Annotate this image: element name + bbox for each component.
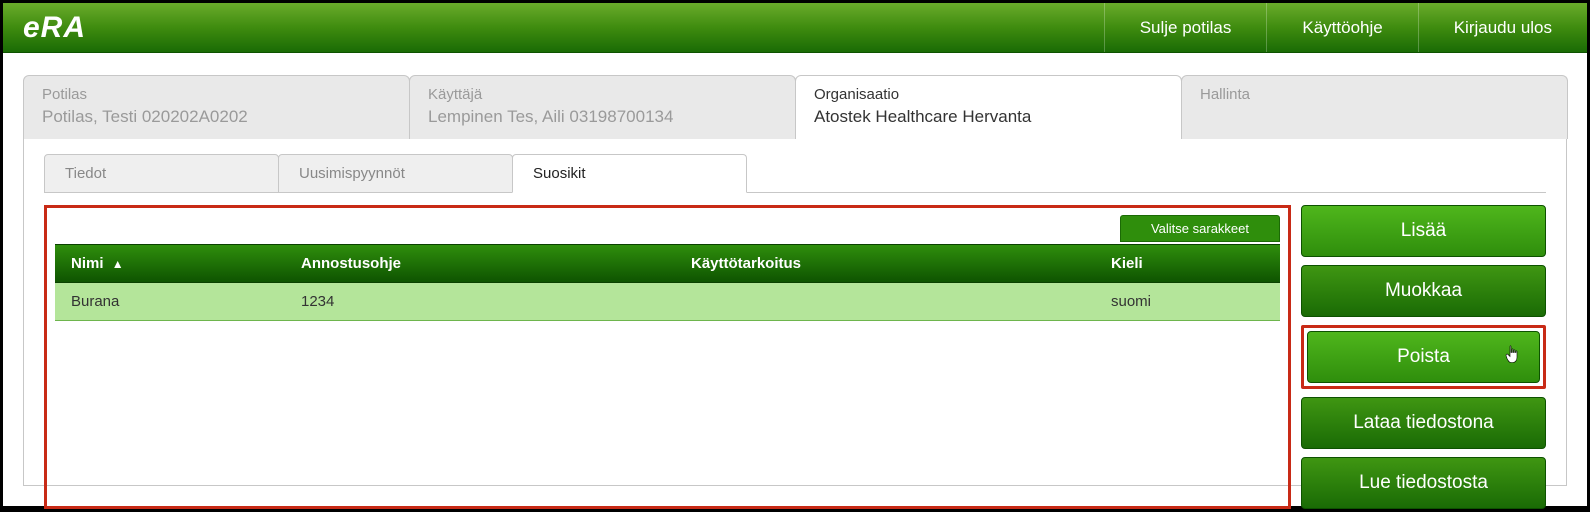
col-header-purpose[interactable]: Käyttötarkoitus: [675, 245, 1095, 283]
tab-user-label: Käyttäjä: [428, 86, 777, 103]
actions-column: Lisää Muokkaa Poista Lataa tiedostona Lu…: [1301, 205, 1546, 509]
tab-organization[interactable]: Organisaatio Atostek Healthcare Hervanta: [795, 75, 1182, 139]
col-header-name[interactable]: Nimi ▲: [55, 245, 285, 283]
tab-patient-value: Potilas, Testi 020202A0202: [42, 107, 248, 126]
header-actions: Sulje potilas Käyttöohje Kirjaudu ulos: [1104, 3, 1587, 52]
download-button[interactable]: Lataa tiedostona: [1301, 397, 1546, 449]
sort-ascending-icon: ▲: [112, 257, 124, 271]
tab-patient[interactable]: Potilas Potilas, Testi 020202A0202: [23, 75, 410, 139]
read-file-button[interactable]: Lue tiedostosta: [1301, 457, 1546, 509]
cell-name: Burana: [55, 283, 285, 321]
tab-org-value: Atostek Healthcare Hervanta: [814, 107, 1031, 126]
close-patient-button[interactable]: Sulje potilas: [1104, 3, 1267, 52]
table-zone-highlight: Valitse sarakkeet Nimi ▲ Annostusohje Kä…: [44, 205, 1291, 509]
tab-org-label: Organisaatio: [814, 86, 1163, 103]
subtab-info[interactable]: Tiedot: [44, 154, 279, 193]
content-row: Valitse sarakkeet Nimi ▲ Annostusohje Kä…: [44, 205, 1546, 509]
favorites-table: Nimi ▲ Annostusohje Käyttötarkoitus Kiel…: [55, 244, 1280, 321]
cursor-hand-icon: [1505, 345, 1521, 370]
context-tabs: Potilas Potilas, Testi 020202A0202 Käytt…: [23, 75, 1567, 139]
delete-button[interactable]: Poista: [1307, 331, 1540, 383]
tab-admin[interactable]: Hallinta: [1181, 75, 1568, 139]
tab-user[interactable]: Käyttäjä Lempinen Tes, Aili 03198700134: [409, 75, 796, 139]
subtab-renewals[interactable]: Uusimispyynnöt: [278, 154, 513, 193]
app-header: eRA Sulje potilas Käyttöohje Kirjaudu ul…: [3, 3, 1587, 53]
guide-button[interactable]: Käyttöohje: [1266, 3, 1417, 52]
cell-lang: suomi: [1095, 283, 1280, 321]
cell-dosage: 1234: [285, 283, 675, 321]
table-row[interactable]: Burana 1234 suomi: [55, 283, 1280, 321]
subtab-favorites[interactable]: Suosikit: [512, 154, 747, 193]
edit-button[interactable]: Muokkaa: [1301, 265, 1546, 317]
logout-button[interactable]: Kirjaudu ulos: [1418, 3, 1587, 52]
sub-tabs: Tiedot Uusimispyynnöt Suosikit: [44, 154, 1546, 193]
main-panel: Tiedot Uusimispyynnöt Suosikit Valitse s…: [23, 139, 1567, 486]
cell-purpose: [675, 283, 1095, 321]
tab-admin-label: Hallinta: [1200, 86, 1549, 103]
tab-user-value: Lempinen Tes, Aili 03198700134: [428, 107, 673, 126]
brand-logo: eRA: [23, 11, 86, 45]
col-header-lang[interactable]: Kieli: [1095, 245, 1280, 283]
delete-highlight: Poista: [1301, 325, 1546, 389]
select-columns-button[interactable]: Valitse sarakkeet: [1120, 215, 1280, 242]
col-header-dosage[interactable]: Annostusohje: [285, 245, 675, 283]
table-header-row: Nimi ▲ Annostusohje Käyttötarkoitus Kiel…: [55, 245, 1280, 283]
tab-patient-label: Potilas: [42, 86, 391, 103]
add-button[interactable]: Lisää: [1301, 205, 1546, 257]
